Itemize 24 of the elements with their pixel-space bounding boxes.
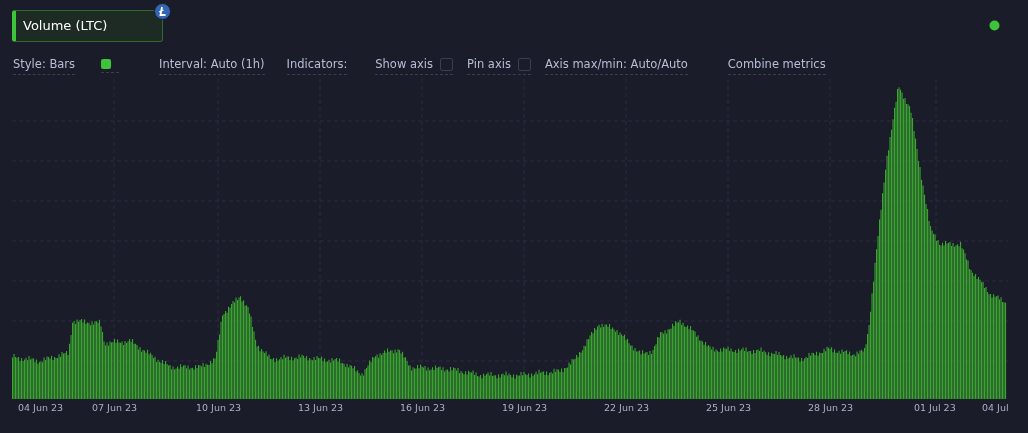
status-dot-icon	[989, 20, 1000, 31]
axis-label: 04 Jun 23	[18, 402, 65, 415]
axis-label: 07 Jun 23	[92, 402, 139, 415]
axis-label: 19 Jun 23	[502, 402, 549, 415]
axis-label: 10 Jun 23	[196, 402, 243, 415]
axis-label: 04 Jul	[982, 402, 1009, 415]
option-label[interactable]: Axis max/min: Auto/Auto	[544, 57, 688, 71]
checkbox[interactable]	[440, 57, 453, 71]
color-swatch[interactable]	[101, 59, 112, 69]
option-label[interactable]: Combine metrics	[727, 57, 826, 71]
axis-label: 22 Jun 23	[604, 402, 651, 415]
option-label[interactable]: Show axis	[375, 57, 433, 71]
axis-label: 28 Jun 23	[808, 402, 855, 415]
checkbox[interactable]	[517, 57, 531, 71]
option-label[interactable]: Pin axis	[467, 57, 511, 71]
option-label[interactable]: Interval: Auto (1h)	[159, 57, 265, 71]
axis-label: 16 Jun 23	[400, 402, 447, 415]
option-label[interactable]: Indicators:	[286, 57, 348, 71]
coin-icon	[154, 3, 171, 20]
axis-label: 25 Jun 23	[706, 402, 753, 415]
metric-chip[interactable]: Volume (LTC)	[12, 10, 163, 42]
axis-label: 01 Jul 23	[914, 402, 957, 415]
option-label[interactable]: Style: Bars	[13, 57, 76, 71]
axis-label: 13 Jun 23	[298, 402, 345, 415]
